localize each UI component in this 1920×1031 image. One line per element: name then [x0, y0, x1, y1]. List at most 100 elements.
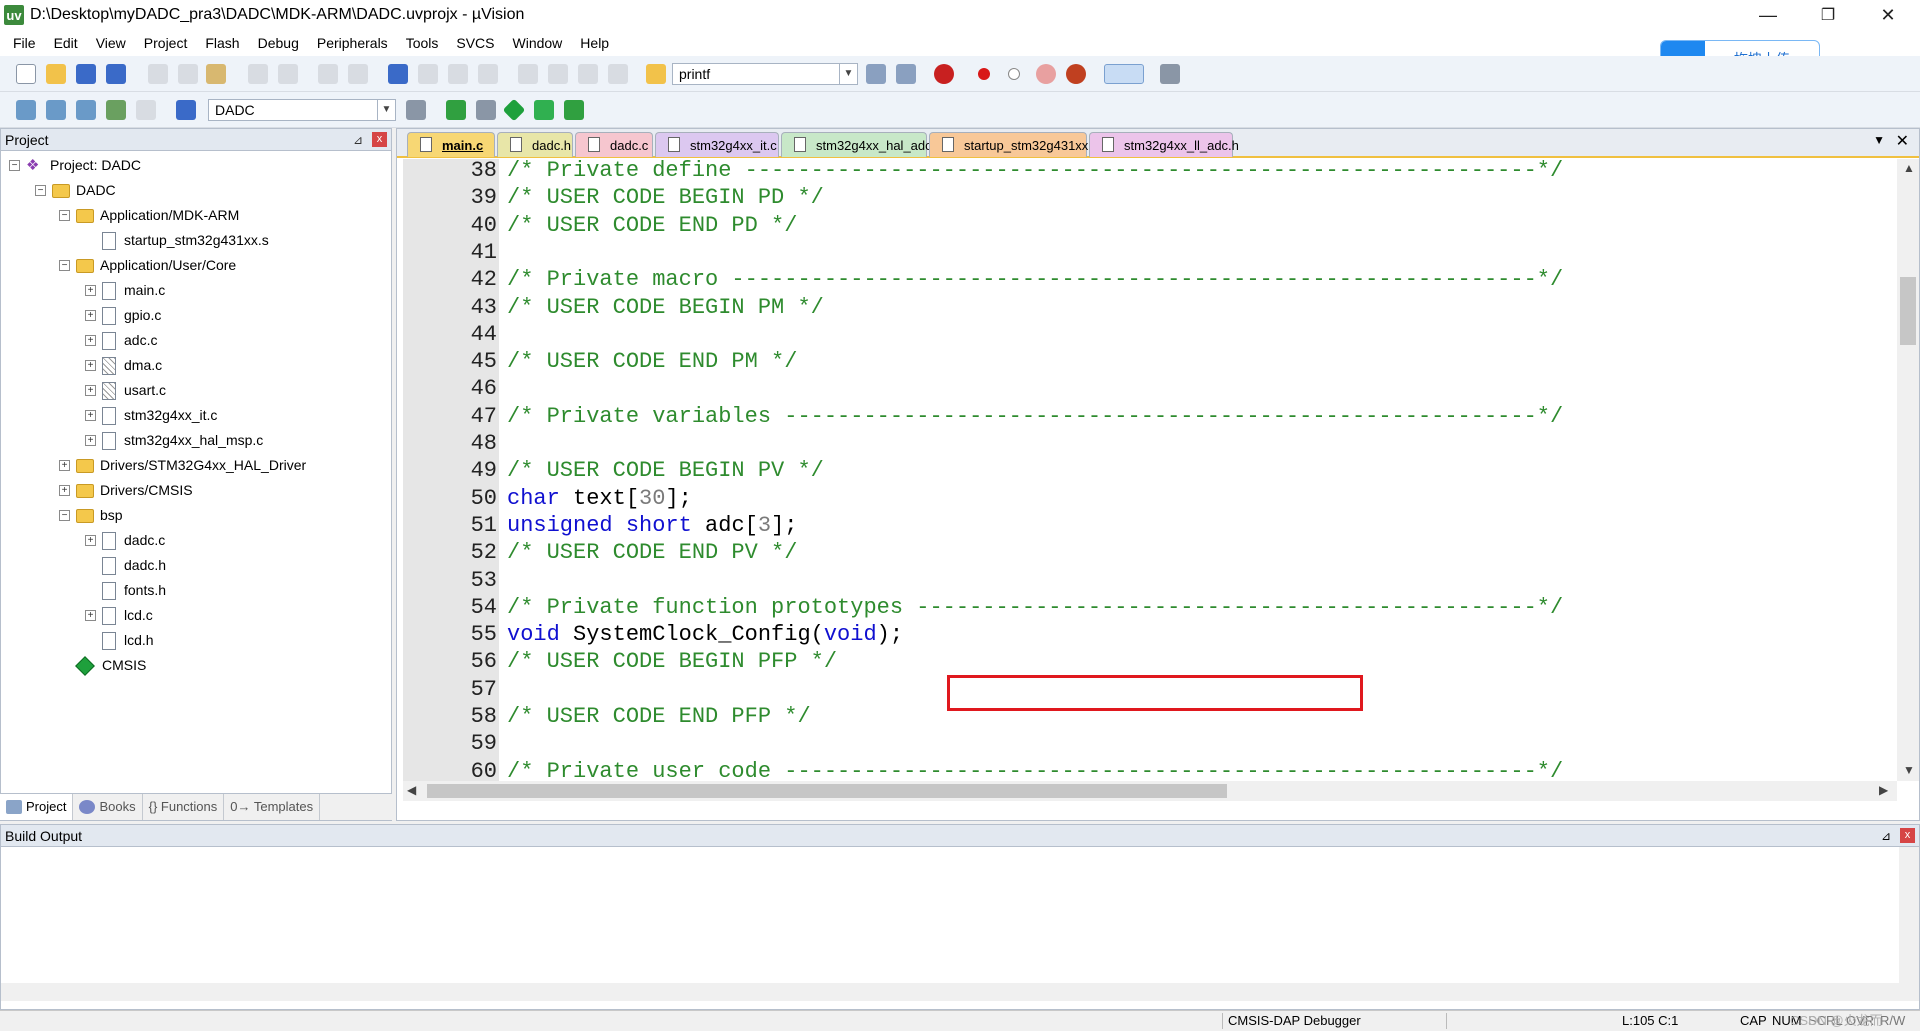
bookmark-icon[interactable] — [388, 64, 408, 84]
expand-icon[interactable]: + — [85, 385, 96, 396]
code-line[interactable]: /* USER CODE END PV */ — [507, 540, 797, 565]
code-line[interactable]: /* USER CODE BEGIN PV */ — [507, 458, 824, 483]
collapse-icon[interactable]: − — [59, 210, 70, 221]
tree-item[interactable]: + Drivers/STM32G4xx_HAL_Driver — [59, 453, 306, 478]
manage-components-icon[interactable] — [446, 100, 466, 120]
editor-tab[interactable]: stm32g4xx_it.c — [655, 132, 779, 157]
tree-item[interactable]: + stm32g4xx_it.c — [85, 403, 217, 428]
editor-tab[interactable]: dadc.h — [497, 132, 573, 157]
menu-item-svcs[interactable]: SVCS — [447, 30, 503, 56]
expand-icon[interactable]: + — [85, 285, 96, 296]
new-file-icon[interactable] — [16, 64, 36, 84]
expand-icon[interactable]: + — [85, 435, 96, 446]
file-extensions-icon[interactable] — [476, 100, 496, 120]
code-line[interactable]: char text[30]; — [507, 486, 692, 511]
code-line[interactable]: /* Private variables -------------------… — [507, 404, 1563, 429]
tree-item[interactable]: + gpio.c — [85, 303, 161, 328]
expand-icon[interactable]: + — [59, 485, 70, 496]
save-all-icon[interactable] — [106, 64, 126, 84]
build-icon[interactable] — [46, 100, 66, 120]
debug-session-icon[interactable] — [934, 64, 954, 84]
scroll-down-icon[interactable]: ▼ — [1903, 763, 1915, 777]
close-icon[interactable]: x — [1900, 828, 1915, 843]
expand-icon[interactable]: + — [85, 410, 96, 421]
menu-item-flash[interactable]: Flash — [196, 30, 248, 56]
menu-item-debug[interactable]: Debug — [249, 30, 308, 56]
find-icon[interactable] — [866, 64, 886, 84]
tree-item[interactable]: fonts.h — [85, 578, 166, 603]
uncomment-icon[interactable] — [608, 64, 628, 84]
tree-item[interactable]: CMSIS — [59, 653, 146, 678]
editor-tab[interactable]: main.c — [407, 132, 495, 157]
bookmark-next-icon[interactable] — [448, 64, 468, 84]
tree-item[interactable]: + usart.c — [85, 378, 166, 403]
minimize-button[interactable]: — — [1740, 0, 1796, 30]
undo-icon[interactable] — [248, 64, 268, 84]
indent-icon[interactable] — [518, 64, 538, 84]
tree-item[interactable]: lcd.h — [85, 628, 154, 653]
breakpoint-disable-icon[interactable] — [1008, 68, 1020, 80]
tab-books[interactable]: Books — [73, 794, 143, 820]
menu-item-view[interactable]: View — [87, 30, 135, 56]
tab-project[interactable]: Project — [0, 794, 74, 820]
tree-item[interactable]: + adc.c — [85, 328, 157, 353]
window-layout-icon[interactable] — [1104, 64, 1144, 84]
scroll-thumb[interactable] — [1900, 277, 1916, 345]
menu-item-file[interactable]: File — [4, 30, 45, 56]
pin-icon[interactable]: ⊿ — [1881, 825, 1891, 847]
tree-item[interactable]: − Application/MDK-ARM — [59, 203, 239, 228]
menu-item-help[interactable]: Help — [571, 30, 618, 56]
cut-icon[interactable] — [148, 64, 168, 84]
code-line[interactable]: /* USER CODE END PFP */ — [507, 704, 811, 729]
tree-item[interactable]: + stm32g4xx_hal_msp.c — [85, 428, 263, 453]
chevron-down-icon[interactable]: ▼ — [377, 100, 395, 120]
unindent-icon[interactable] — [548, 64, 568, 84]
breakpoint-kill-all-icon[interactable] — [1066, 64, 1086, 84]
pin-icon[interactable]: ⊿ — [353, 129, 363, 151]
comment-icon[interactable] — [578, 64, 598, 84]
nav-forward-icon[interactable] — [348, 64, 368, 84]
code-editor[interactable]: /* Private define ----------------------… — [499, 159, 1889, 781]
editor-tab[interactable]: stm32g4xx_hal_adc.c — [781, 132, 942, 157]
tree-item[interactable]: − bsp — [59, 503, 123, 528]
tree-item[interactable]: + dadc.c — [85, 528, 165, 553]
tree-item[interactable]: + dma.c — [85, 353, 162, 378]
code-line[interactable]: /* USER CODE BEGIN PFP */ — [507, 649, 837, 674]
scroll-up-icon[interactable]: ▲ — [1903, 161, 1915, 175]
close-tab-icon[interactable]: ✕ — [1896, 131, 1909, 151]
editor-tab[interactable]: dadc.c — [575, 132, 653, 157]
code-line[interactable]: /* Private function prototypes ---------… — [507, 595, 1563, 620]
menu-item-edit[interactable]: Edit — [45, 30, 87, 56]
save-icon[interactable] — [76, 64, 96, 84]
target-options-icon[interactable] — [406, 100, 426, 120]
horizontal-scrollbar[interactable] — [1, 983, 1901, 1001]
vertical-scrollbar[interactable]: ▲ ▼ — [1897, 159, 1919, 781]
expand-icon[interactable]: + — [59, 460, 70, 471]
code-line[interactable]: /* Private macro -----------------------… — [507, 267, 1563, 292]
pack-installer-icon[interactable] — [534, 100, 554, 120]
configure-icon[interactable] — [1160, 64, 1180, 84]
open-file-icon[interactable] — [46, 64, 66, 84]
scroll-left-icon[interactable]: ◀ — [407, 783, 416, 797]
expand-icon[interactable]: + — [85, 310, 96, 321]
scroll-right-icon[interactable]: ▶ — [1879, 783, 1888, 797]
editor-tab[interactable]: startup_stm32g431xx.s — [929, 132, 1098, 157]
restore-button[interactable]: ❐ — [1800, 0, 1856, 30]
close-icon[interactable]: x — [372, 132, 387, 147]
code-line[interactable]: /* Private define ----------------------… — [507, 159, 1563, 183]
translate-icon[interactable] — [16, 100, 36, 120]
incremental-find-icon[interactable] — [896, 64, 916, 84]
find-in-files-icon[interactable] — [646, 64, 666, 84]
copy-icon[interactable] — [178, 64, 198, 84]
editor-tab[interactable]: stm32g4xx_ll_adc.h — [1089, 132, 1239, 157]
code-line[interactable]: /* Private user code -------------------… — [507, 759, 1563, 781]
breakpoint-disable-all-icon[interactable] — [1036, 64, 1056, 84]
breakpoint-insert-icon[interactable] — [978, 68, 990, 80]
menu-item-project[interactable]: Project — [135, 30, 197, 56]
collapse-icon[interactable]: − — [9, 160, 20, 171]
tab-templates[interactable]: 0→ Templates — [224, 794, 321, 820]
code-line[interactable]: /* USER CODE BEGIN PD */ — [507, 185, 824, 210]
menu-item-tools[interactable]: Tools — [397, 30, 448, 56]
menu-item-window[interactable]: Window — [504, 30, 572, 56]
bookmark-prev-icon[interactable] — [418, 64, 438, 84]
